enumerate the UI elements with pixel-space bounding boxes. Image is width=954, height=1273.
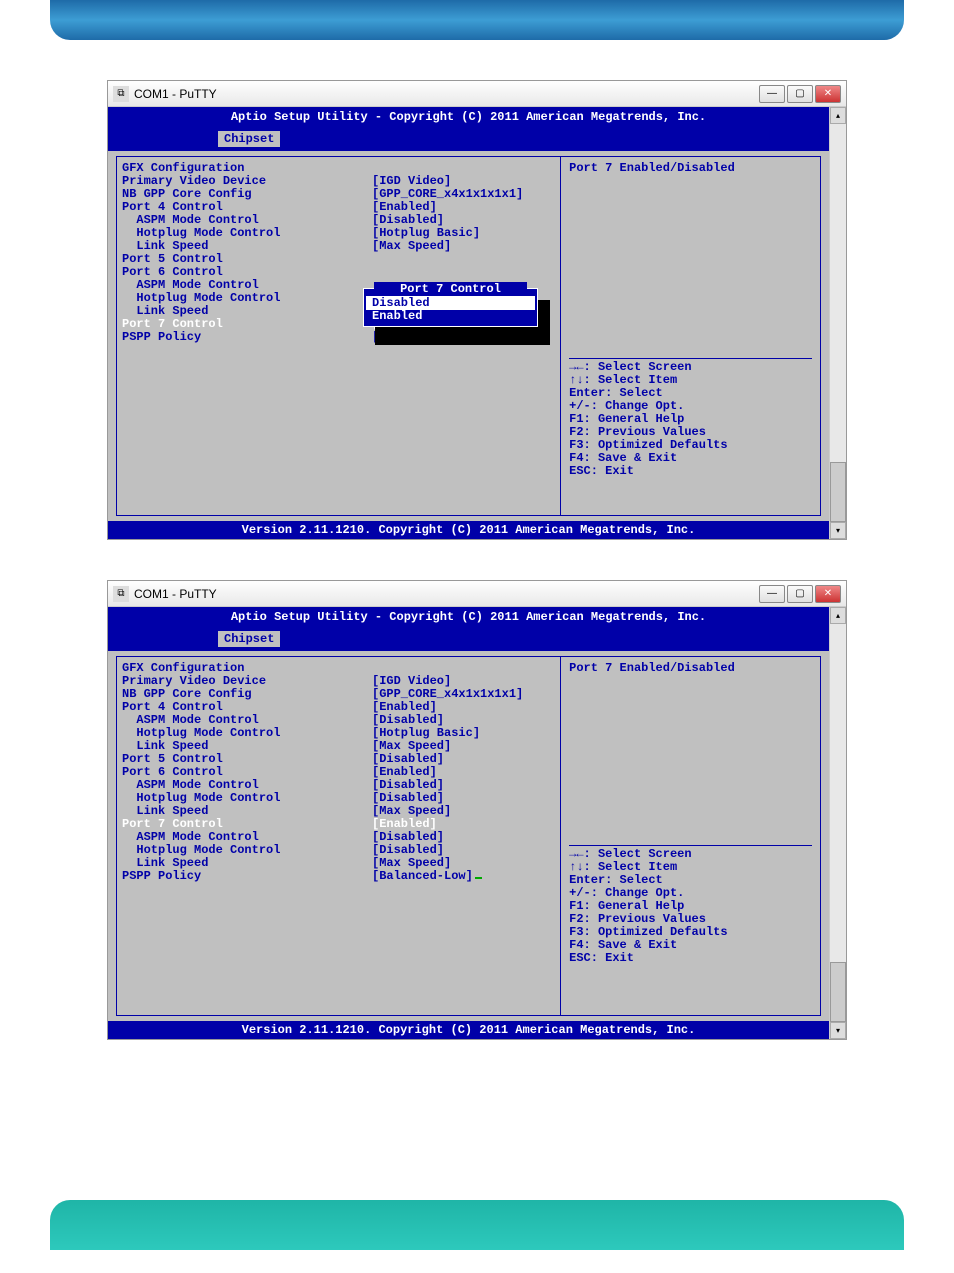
help-line: ESC: Exit <box>569 952 812 965</box>
bios-help-pane: Port 7 Enabled/Disabled →←: Select Scree… <box>560 656 821 1016</box>
window-title: COM1 - PuTTY <box>134 87 759 101</box>
bios-main: GFX ConfigurationPrimary Video Device[IG… <box>108 651 829 1021</box>
bios-header: Aptio Setup Utility - Copyright (C) 2011… <box>108 607 829 627</box>
top-banner <box>50 0 904 40</box>
minimize-button[interactable]: — <box>759 85 785 103</box>
terminal-content[interactable]: Aptio Setup Utility - Copyright (C) 2011… <box>108 607 829 1039</box>
scroll-down-icon[interactable]: ▾ <box>830 522 846 539</box>
bottom-banner <box>50 1200 904 1250</box>
maximize-button[interactable]: ▢ <box>787 85 813 103</box>
bios-header: Aptio Setup Utility - Copyright (C) 2011… <box>108 107 829 127</box>
scroll-up-icon[interactable]: ▴ <box>830 107 846 124</box>
putty-window-2: ⧉ COM1 - PuTTY — ▢ ✕ Aptio Setup Utility… <box>107 580 847 1040</box>
scroll-track[interactable] <box>830 624 846 1022</box>
help-line: ESC: Exit <box>569 465 812 478</box>
help-divider <box>569 358 812 359</box>
help-divider <box>569 845 812 846</box>
scroll-track[interactable] <box>830 124 846 522</box>
close-button[interactable]: ✕ <box>815 585 841 603</box>
maximize-button[interactable]: ▢ <box>787 585 813 603</box>
titlebar[interactable]: ⧉ COM1 - PuTTY — ▢ ✕ <box>108 581 846 607</box>
titlebar[interactable]: ⧉ COM1 - PuTTY — ▢ ✕ <box>108 81 846 107</box>
scrollbar[interactable]: ▴ ▾ <box>829 107 846 539</box>
tab-chipset[interactable]: Chipset <box>218 131 280 147</box>
minimize-button[interactable]: — <box>759 585 785 603</box>
scroll-thumb[interactable] <box>830 462 846 522</box>
scroll-thumb[interactable] <box>830 962 846 1022</box>
putty-icon: ⧉ <box>113 86 129 102</box>
terminal-body: Aptio Setup Utility - Copyright (C) 2011… <box>108 107 846 539</box>
popup-port7-control[interactable]: Port 7 Control DisabledEnabled <box>363 288 538 327</box>
close-button[interactable]: ✕ <box>815 85 841 103</box>
putty-window-1: ⧉ COM1 - PuTTY — ▢ ✕ Aptio Setup Utility… <box>107 80 847 540</box>
setting-label[interactable]: PSPP Policy <box>122 870 372 883</box>
popup-option[interactable]: Enabled <box>364 310 537 323</box>
window-controls: — ▢ ✕ <box>759 85 841 103</box>
terminal-body: Aptio Setup Utility - Copyright (C) 2011… <box>108 607 846 1039</box>
scrollbar[interactable]: ▴ ▾ <box>829 607 846 1039</box>
popup-title: Port 7 Control <box>374 282 527 296</box>
terminal-content[interactable]: Aptio Setup Utility - Copyright (C) 2011… <box>108 107 829 539</box>
window-title: COM1 - PuTTY <box>134 587 759 601</box>
bios-main: GFX ConfigurationPrimary Video Device[IG… <box>108 151 829 521</box>
window-controls: — ▢ ✕ <box>759 585 841 603</box>
tab-chipset[interactable]: Chipset <box>218 631 280 647</box>
bios-footer: Version 2.11.1210. Copyright (C) 2011 Am… <box>108 521 829 539</box>
help-title: Port 7 Enabled/Disabled <box>569 662 812 675</box>
setting-value[interactable]: [Balanced-Low] <box>372 870 482 883</box>
setting-value[interactable]: [Max Speed] <box>372 240 451 253</box>
putty-icon: ⧉ <box>113 586 129 602</box>
popup-box: Port 7 Control DisabledEnabled <box>363 288 538 327</box>
cursor-icon <box>475 877 482 879</box>
bios-tabs: Chipset <box>108 627 829 651</box>
popup-option[interactable]: Disabled <box>366 296 535 310</box>
bios-settings-pane[interactable]: GFX ConfigurationPrimary Video Device[IG… <box>116 656 560 1016</box>
scroll-up-icon[interactable]: ▴ <box>830 607 846 624</box>
help-title: Port 7 Enabled/Disabled <box>569 162 812 175</box>
setting-label[interactable]: PSPP Policy <box>122 331 372 344</box>
bios-footer: Version 2.11.1210. Copyright (C) 2011 Am… <box>108 1021 829 1039</box>
bios-tabs: Chipset <box>108 127 829 151</box>
bios-help-pane: Port 7 Enabled/Disabled →←: Select Scree… <box>560 156 821 516</box>
scroll-down-icon[interactable]: ▾ <box>830 1022 846 1039</box>
